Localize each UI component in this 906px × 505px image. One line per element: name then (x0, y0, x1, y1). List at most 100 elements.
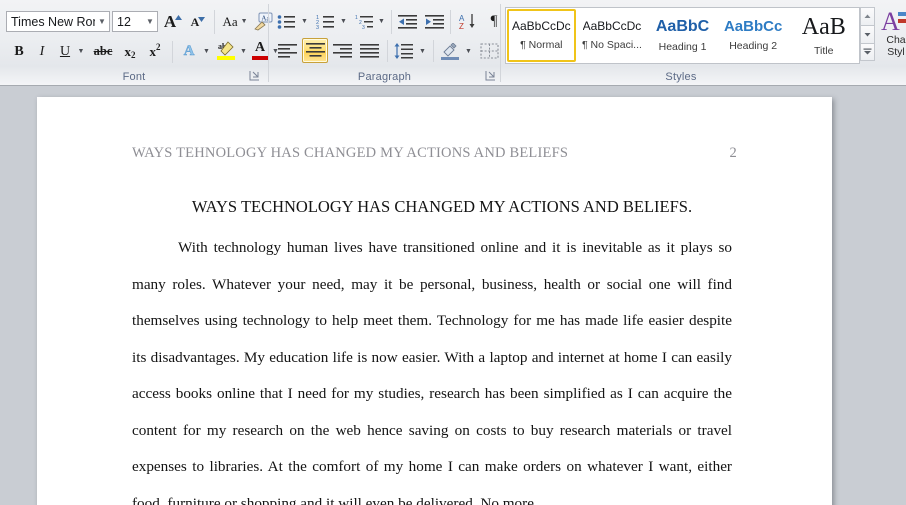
ribbon-group-paragraph: ▼ 1 2 3 ▼ 1 2 3 ▼ A Z ¶ ▼ ▼ Paragraph (269, 0, 511, 85)
text-highlight-button[interactable]: ab (214, 38, 238, 63)
align-center-button[interactable] (302, 38, 328, 63)
style-label: Heading 1 (658, 40, 707, 53)
bold-button[interactable]: B (8, 40, 30, 63)
align-left-icon (278, 43, 297, 58)
multilevel-list-button[interactable]: 1 2 3 (352, 10, 376, 33)
align-center-icon (305, 43, 325, 57)
multilevel-list-icon: 1 2 3 (355, 15, 373, 30)
font-group-label: Font (122, 71, 146, 83)
sort-button[interactable]: A Z (454, 10, 480, 33)
underline-button[interactable]: U (54, 40, 76, 63)
sort-icon: A Z (459, 14, 475, 30)
bullets-button[interactable] (274, 10, 298, 33)
styles-scroll-up-button[interactable] (860, 7, 875, 25)
style-preview: AaBbCcDc (511, 20, 571, 34)
strikethrough-button[interactable]: abc (90, 40, 116, 63)
pilcrow-icon: ¶ (490, 13, 498, 29)
decrease-indent-icon (398, 14, 417, 29)
change-styles-button[interactable]: A Cha Styl (879, 6, 906, 58)
change-case-button[interactable]: Aa ▼ (218, 10, 252, 33)
strikethrough-label: abc (93, 44, 113, 59)
document-page[interactable]: WAYS TEHNOLOGY HAS CHANGED MY ACTIONS AN… (37, 97, 832, 505)
svg-text:Z: Z (459, 22, 464, 30)
multilevel-list-dropdown-button[interactable]: ▼ (375, 10, 388, 33)
justify-button[interactable] (357, 39, 382, 63)
borders-icon (479, 43, 499, 59)
page-number: 2 (729, 145, 737, 161)
ribbon: Times New Rom ▼ 12 ▼ A A Aa ▼ Aa B I U ▼… (0, 0, 906, 86)
chevron-down-icon: ▼ (340, 18, 347, 25)
font-name-combo[interactable]: Times New Rom ▼ (6, 11, 110, 32)
align-right-icon (333, 43, 352, 58)
align-right-button[interactable] (330, 39, 355, 63)
shading-dropdown-button[interactable]: ▼ (462, 39, 475, 63)
style-label: ¶ No Spaci... (581, 38, 642, 51)
document-body[interactable]: With technology human lives have transit… (132, 230, 732, 505)
style-item-heading-1[interactable]: AaBbC Heading 1 (648, 9, 717, 62)
numbering-dropdown-button[interactable]: ▼ (337, 10, 350, 33)
subscript-button[interactable]: x2 (118, 40, 142, 63)
styles-more-button[interactable] (860, 43, 875, 61)
body-paragraph: With technology human lives have transit… (132, 239, 732, 505)
bullets-dropdown-button[interactable]: ▼ (298, 10, 311, 33)
increase-indent-button[interactable] (422, 10, 448, 33)
line-spacing-icon (394, 43, 413, 59)
change-case-dropdown-icon[interactable]: ▼ (241, 18, 248, 25)
style-item-heading-2[interactable]: AaBbCc Heading 2 (719, 9, 788, 62)
highlight-dropdown-button[interactable]: ▼ (237, 40, 250, 63)
font-size-combo[interactable]: 12 ▼ (112, 11, 158, 32)
line-spacing-dropdown-button[interactable]: ▼ (416, 39, 429, 63)
text-effects-label: A (183, 43, 195, 59)
font-name-value: Times New Rom (11, 14, 95, 29)
style-preview: AaBbC (655, 18, 710, 36)
shrink-font-button[interactable]: A (186, 10, 210, 33)
change-styles-label-line1: Cha (886, 34, 906, 46)
styles-gallery[interactable]: AaBbCcDc ¶ Normal AaBbCcDc ¶ No Spaci...… (505, 7, 860, 64)
document-canvas[interactable]: WAYS TEHNOLOGY HAS CHANGED MY ACTIONS AN… (0, 86, 906, 505)
style-item-normal[interactable]: AaBbCcDc ¶ Normal (507, 9, 576, 62)
style-preview: AaBbCcDc (582, 20, 642, 34)
line-spacing-button[interactable] (391, 39, 417, 63)
chevron-down-icon: ▼ (465, 47, 472, 55)
text-effects-dropdown-button[interactable]: ▼ (200, 40, 213, 63)
styles-gallery-scroll[interactable] (860, 7, 875, 61)
style-item-no-spacing[interactable]: AaBbCcDc ¶ No Spaci... (578, 9, 647, 62)
italic-button[interactable]: I (31, 40, 53, 63)
svg-text:1: 1 (355, 15, 358, 21)
divider (433, 40, 434, 62)
font-dialog-launcher[interactable] (249, 70, 261, 82)
chevron-down-icon: ▼ (203, 48, 210, 55)
styles-scroll-down-button[interactable] (860, 25, 875, 43)
font-color-swatch (252, 56, 268, 60)
style-item-title[interactable]: AaB Title (789, 9, 858, 62)
font-color-button[interactable]: A (250, 38, 270, 63)
scroll-down-icon (864, 33, 871, 37)
paragraph-dialog-launcher[interactable] (485, 70, 497, 82)
chevron-down-icon: ▼ (378, 18, 385, 25)
bullet-list-icon (277, 14, 295, 29)
underline-label: U (59, 43, 71, 59)
align-left-button[interactable] (275, 39, 300, 63)
document-running-header[interactable]: WAYS TEHNOLOGY HAS CHANGED MY ACTIONS AN… (132, 145, 737, 162)
subscript-sub-label: 2 (131, 50, 136, 60)
dialog-launcher-icon (485, 71, 495, 81)
superscript-button[interactable]: x2 (143, 40, 167, 63)
document-title[interactable]: WAYS TECHNOLOGY HAS CHANGED MY ACTIONS A… (132, 197, 752, 217)
dialog-launcher-icon (249, 71, 259, 81)
style-label: ¶ Normal (520, 38, 563, 51)
chevron-down-icon: ▼ (419, 47, 426, 55)
change-case-label: Aa (222, 14, 238, 29)
divider (214, 10, 215, 34)
shading-button[interactable] (437, 39, 463, 63)
font-size-dropdown-icon[interactable]: ▼ (143, 17, 157, 26)
chevron-down-icon: ▼ (77, 48, 85, 55)
change-styles-label-line2: Styl (887, 46, 905, 59)
font-name-dropdown-icon[interactable]: ▼ (95, 17, 109, 26)
numbering-button[interactable]: 1 2 3 (313, 10, 337, 33)
style-preview: AaB (801, 13, 846, 40)
underline-dropdown-button[interactable]: ▼ (74, 40, 88, 63)
decrease-indent-button[interactable] (395, 10, 421, 33)
text-effects-button[interactable]: A (177, 40, 201, 63)
grow-font-button[interactable]: A (161, 10, 185, 33)
borders-button[interactable] (476, 39, 502, 63)
